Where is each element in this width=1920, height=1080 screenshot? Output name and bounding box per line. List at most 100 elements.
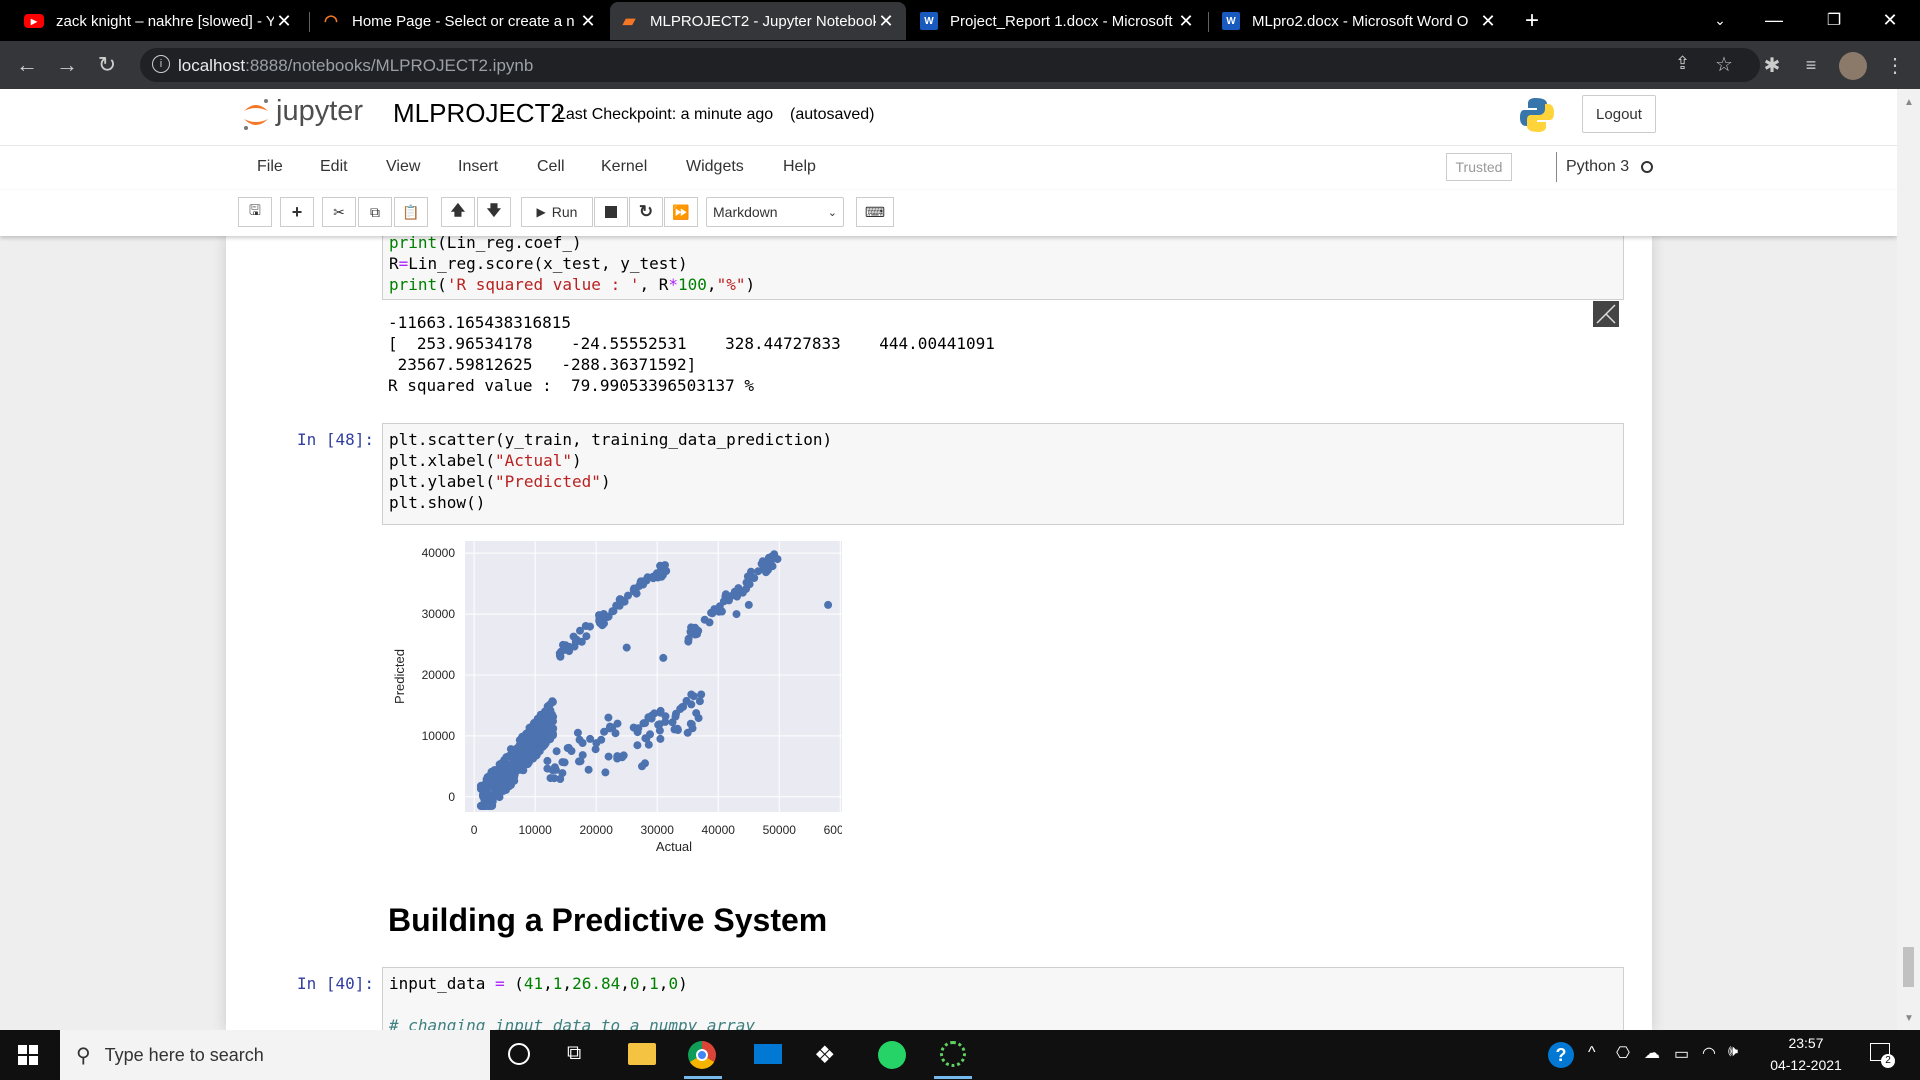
move-down-icon[interactable]: 🡇: [477, 197, 511, 227]
cell-type-select[interactable]: Markdown ⌄: [706, 197, 844, 227]
file-explorer-icon[interactable]: [628, 1043, 656, 1065]
window-close-icon[interactable]: ✕: [1862, 0, 1918, 40]
menu-widgets[interactable]: Widgets: [686, 158, 744, 176]
more-menu-icon[interactable]: ⋮: [1880, 50, 1910, 80]
logout-button[interactable]: Logout: [1582, 95, 1656, 133]
mail-icon[interactable]: [754, 1044, 782, 1064]
scatter-point: [549, 712, 558, 721]
scatter-point: [743, 572, 752, 581]
dropbox-icon[interactable]: ❖: [814, 1041, 836, 1070]
menu-view[interactable]: View: [386, 158, 420, 176]
tab-youtube[interactable]: ▶ zack knight – nakhre [slowed] - Y ✕: [14, 2, 304, 40]
profile-avatar[interactable]: [1839, 52, 1867, 80]
stop-icon[interactable]: [594, 197, 628, 227]
minimize-icon[interactable]: —: [1746, 0, 1802, 40]
scatter-point: [673, 726, 682, 734]
cell-prompt: In [40]:: [297, 974, 375, 993]
restart-icon[interactable]: ↻: [629, 197, 663, 227]
page-scrollbar[interactable]: ▲ ▼: [1897, 89, 1920, 1030]
scrollbar-thumb[interactable]: [1903, 947, 1914, 987]
code-cell-input[interactable]: plt.scatter(y_train, training_data_predi…: [382, 423, 1624, 525]
media-control-icon[interactable]: ≡: [1796, 50, 1826, 80]
bookmark-star-icon[interactable]: ☆: [1715, 52, 1733, 77]
x-axis-label: Actual: [656, 839, 692, 854]
menu-insert[interactable]: Insert: [458, 158, 498, 176]
chrome-icon[interactable]: [688, 1041, 716, 1069]
output-collapse-icon[interactable]: [1593, 301, 1619, 327]
scatter-point: [578, 751, 587, 760]
menu-kernel[interactable]: Kernel: [601, 158, 647, 176]
back-icon[interactable]: ←: [12, 50, 42, 80]
battery-icon[interactable]: ▭: [1674, 1044, 1689, 1064]
menu-cell[interactable]: Cell: [537, 158, 565, 176]
trusted-indicator[interactable]: Trusted: [1446, 153, 1512, 181]
scatter-point: [572, 635, 581, 644]
task-view-icon[interactable]: ⧉: [567, 1042, 581, 1065]
browser-tab-strip: ▶ zack knight – nakhre [slowed] - Y ✕ ◠ …: [0, 0, 1920, 41]
show-hidden-icons-icon[interactable]: ^: [1588, 1044, 1596, 1062]
clock-time[interactable]: 23:57: [1756, 1035, 1856, 1051]
anaconda-icon[interactable]: [940, 1041, 966, 1067]
fast-forward-icon[interactable]: ⏩: [664, 197, 698, 227]
run-button[interactable]: ▶ Run: [521, 197, 593, 227]
taskbar-search-box[interactable]: ⚲ Type here to search: [60, 1030, 490, 1080]
scatter-point: [547, 723, 556, 732]
tab-word-report[interactable]: W Project_Report 1.docx - Microsoft ✕: [910, 2, 1206, 40]
share-icon[interactable]: ⇪: [1675, 53, 1690, 74]
copy-icon[interactable]: ⧉: [358, 197, 392, 227]
keyboard-icon[interactable]: ⌨: [856, 197, 894, 227]
scatter-point: [644, 740, 653, 749]
scatter-point: [646, 730, 654, 739]
code-comment: # changing input_data to a numpy array: [389, 1016, 756, 1030]
clock-date[interactable]: 04-12-2021: [1756, 1057, 1856, 1073]
new-tab-button[interactable]: +: [1512, 2, 1552, 40]
menu-file[interactable]: File: [257, 158, 283, 176]
address-bar[interactable]: i localhost:8888/notebooks/MLPROJECT2.ip…: [140, 48, 1760, 82]
jupyter-logo-text[interactable]: jupyter: [276, 95, 363, 128]
forward-icon[interactable]: →: [52, 50, 82, 80]
reload-icon[interactable]: ↻: [92, 50, 122, 80]
paste-icon[interactable]: 📋: [394, 197, 428, 227]
wifi-icon[interactable]: ◠: [1702, 1043, 1716, 1063]
close-icon[interactable]: ✕: [578, 11, 598, 32]
tab-search-icon[interactable]: ⌄: [1692, 0, 1748, 40]
close-icon[interactable]: ✕: [1478, 11, 1498, 32]
windows-start-icon[interactable]: [18, 1045, 38, 1065]
close-icon[interactable]: ✕: [274, 11, 294, 32]
tab-title: MLPROJECT2 - Jupyter Notebook: [650, 12, 876, 30]
tab-jupyter-notebook[interactable]: ▰ MLPROJECT2 - Jupyter Notebook ✕: [610, 2, 906, 40]
active-app-indicator: [684, 1076, 722, 1079]
device-icon[interactable]: ⎔: [1616, 1043, 1630, 1063]
menu-edit[interactable]: Edit: [320, 158, 348, 176]
markdown-heading: Building a Predictive System: [388, 902, 828, 938]
help-icon[interactable]: ?: [1548, 1042, 1574, 1068]
cortana-icon[interactable]: [508, 1043, 530, 1065]
tab-word-mlpro2[interactable]: W MLpro2.docx - Microsoft Word O ✕: [1212, 2, 1508, 40]
menu-help[interactable]: Help: [783, 158, 816, 176]
scroll-up-icon[interactable]: ▲: [1904, 97, 1914, 108]
move-up-icon[interactable]: 🡅: [441, 197, 475, 227]
close-icon[interactable]: ✕: [876, 11, 896, 32]
notebook-name[interactable]: MLPROJECT2: [393, 98, 565, 129]
onedrive-icon[interactable]: ☁: [1644, 1043, 1660, 1063]
scatter-point: [629, 723, 638, 732]
insert-cell-icon[interactable]: +: [280, 197, 314, 227]
kernel-name[interactable]: Python 3: [1566, 158, 1629, 176]
extensions-icon[interactable]: ✱: [1757, 50, 1787, 80]
volume-icon[interactable]: 🕪: [1728, 1043, 1738, 1061]
cut-icon[interactable]: ✂: [322, 197, 356, 227]
scatter-point: [584, 765, 593, 774]
scroll-down-icon[interactable]: ▼: [1904, 1013, 1914, 1024]
tab-jupyter-home[interactable]: ◠ Home Page - Select or create a n ✕: [312, 2, 608, 40]
save-icon[interactable]: 🖫: [238, 197, 272, 227]
restore-icon[interactable]: ❐: [1806, 0, 1862, 40]
code-cell-input[interactable]: input_data = (41,1,26.84,0,1,0) # changi…: [382, 967, 1624, 1030]
scatter-point: [767, 552, 776, 561]
scatter-point: [705, 618, 714, 627]
jupyter-logo-icon[interactable]: [241, 97, 271, 133]
site-info-icon[interactable]: i: [152, 55, 170, 73]
code-cell-input[interactable]: print(Lin_reg.coef_) R=Lin_reg.score(x_t…: [382, 236, 1624, 300]
whatsapp-icon[interactable]: [878, 1041, 906, 1069]
close-icon[interactable]: ✕: [1176, 11, 1196, 32]
scatter-point: [609, 607, 618, 616]
